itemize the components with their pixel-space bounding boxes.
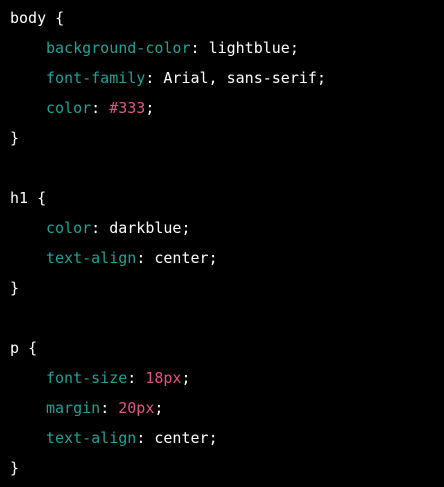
css-property: text-align [46, 249, 137, 267]
semicolon: ; [181, 369, 191, 387]
css-value-number: 18px [145, 369, 182, 387]
open-brace: { [28, 339, 38, 357]
code-line-declaration: margin: 20px; [0, 393, 444, 423]
semicolon: ; [316, 69, 326, 87]
close-brace: } [10, 279, 20, 297]
code-line-rule-close: } [0, 453, 444, 483]
css-value: Arial, sans-serif [163, 69, 317, 87]
colon: : [145, 69, 155, 87]
css-selector: p [10, 339, 20, 357]
semicolon: ; [145, 99, 155, 117]
css-property: color [46, 99, 92, 117]
semicolon: ; [154, 399, 164, 417]
colon: : [136, 429, 146, 447]
semicolon: ; [208, 249, 218, 267]
css-value: center [154, 429, 209, 447]
css-property: font-family [46, 69, 146, 87]
css-value-number: #333 [109, 99, 146, 117]
semicolon: ; [208, 429, 218, 447]
colon: : [91, 219, 101, 237]
css-property: margin [46, 399, 101, 417]
css-property: background-color [46, 39, 191, 57]
css-selector: body [10, 9, 47, 27]
code-line-declaration: text-align: center; [0, 423, 444, 453]
code-line-declaration: font-size: 18px; [0, 363, 444, 393]
css-value: lightblue [208, 39, 290, 57]
code-line-rule-open: body { [0, 3, 444, 33]
css-code-block: body { background-color: lightblue; font… [0, 0, 444, 487]
code-line-rule-close: } [0, 273, 444, 303]
colon: : [190, 39, 200, 57]
code-line-rule-close: } [0, 123, 444, 153]
css-value: center [154, 249, 209, 267]
semicolon: ; [181, 219, 191, 237]
close-brace: } [10, 129, 20, 147]
code-line-declaration: font-family: Arial, sans-serif; [0, 63, 444, 93]
close-brace: } [10, 459, 20, 477]
open-brace: { [37, 189, 47, 207]
code-line-declaration: text-align: center; [0, 243, 444, 273]
colon: : [127, 369, 137, 387]
code-line-declaration: background-color: lightblue; [0, 33, 444, 63]
colon: : [91, 99, 101, 117]
code-line-rule-open: p { [0, 333, 444, 363]
css-selector: h1 [10, 189, 29, 207]
css-property: text-align [46, 429, 137, 447]
css-value: darkblue [109, 219, 182, 237]
code-line-rule-open: h1 { [0, 183, 444, 213]
code-line-declaration: color: darkblue; [0, 213, 444, 243]
css-property: font-size [46, 369, 128, 387]
code-line-declaration: color: #333; [0, 93, 444, 123]
open-brace: { [55, 9, 65, 27]
colon: : [100, 399, 110, 417]
semicolon: ; [289, 39, 299, 57]
css-value-number: 20px [118, 399, 155, 417]
colon: : [136, 249, 146, 267]
css-property: color [46, 219, 92, 237]
